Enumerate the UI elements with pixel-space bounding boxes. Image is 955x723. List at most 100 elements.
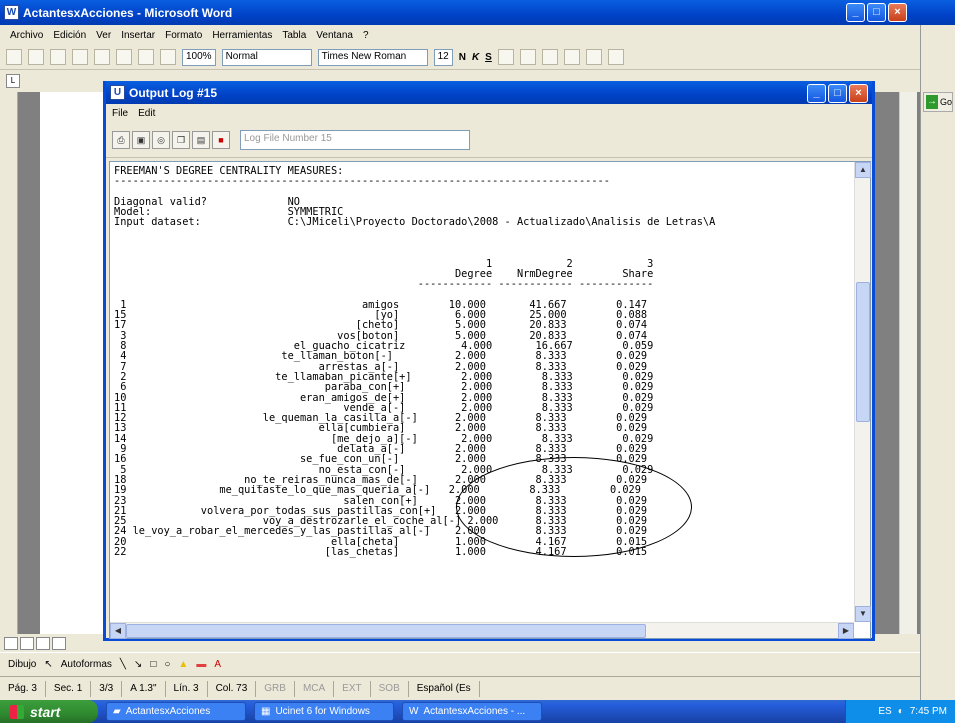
task-explorer[interactable]: ▰ ActantesxAcciones: [106, 702, 246, 721]
bullets-icon[interactable]: [563, 49, 580, 65]
language-indicator[interactable]: ES: [878, 706, 891, 717]
find-icon[interactable]: ◎: [152, 130, 170, 149]
menu-formato[interactable]: Formato: [165, 30, 202, 41]
menu-ventana[interactable]: Ventana: [316, 30, 353, 41]
log-horizontal-thumb[interactable]: [126, 624, 646, 638]
log-file-number-field[interactable]: Log File Number 15: [240, 129, 470, 150]
align-left-icon[interactable]: [497, 49, 514, 65]
background-window-strip: [920, 25, 955, 700]
network-icon[interactable]: ◐: [898, 706, 904, 717]
close-button[interactable]: ×: [888, 3, 907, 22]
outline-view-icon[interactable]: [52, 636, 66, 650]
status-page: Pág. 3: [0, 680, 46, 697]
scroll-right-icon[interactable]: ▶: [838, 623, 854, 639]
log-close-button[interactable]: ×: [849, 84, 868, 103]
oval-icon[interactable]: ○: [164, 659, 170, 670]
fill-color-icon[interactable]: ▲: [178, 659, 188, 670]
new-doc-icon[interactable]: [6, 49, 22, 65]
status-pages: 3/3: [91, 680, 123, 697]
line-icon[interactable]: ╲: [120, 659, 126, 670]
indent-icon[interactable]: [585, 49, 602, 65]
font-select[interactable]: Times New Roman: [317, 48, 428, 66]
clock: 7:45 PM: [909, 706, 947, 717]
document-scrollbar[interactable]: [899, 92, 917, 634]
log-minimize-button[interactable]: _: [807, 84, 826, 103]
drawing-toolbar: Dibujo ↖ Autoformas ╲ ↘ □ ○ ▲ ▬ A: [0, 652, 920, 676]
draw-menu[interactable]: Dibujo: [8, 659, 36, 670]
log-line: Input dataset: C:\JMiceli\Proyecto Docto…: [114, 216, 716, 229]
exit-icon[interactable]: ■: [212, 130, 230, 149]
log-vertical-thumb[interactable]: [856, 282, 870, 422]
line-color-icon[interactable]: ▬: [196, 659, 206, 670]
menu-insertar[interactable]: Insertar: [121, 30, 155, 41]
style-select[interactable]: Normal: [221, 48, 312, 66]
vertical-ruler[interactable]: [0, 92, 18, 634]
tab-selector-icon[interactable]: L: [6, 74, 20, 88]
justify-icon[interactable]: [519, 49, 536, 65]
print-icon[interactable]: [72, 49, 88, 65]
log-maximize-button[interactable]: □: [828, 84, 847, 103]
save-icon[interactable]: [50, 49, 66, 65]
autoshapes-menu[interactable]: Autoformas: [61, 659, 112, 670]
scroll-down-icon[interactable]: ▼: [855, 606, 871, 622]
log-menu-edit[interactable]: Edit: [138, 108, 155, 119]
rectangle-icon[interactable]: □: [150, 659, 156, 670]
status-sob: SOB: [371, 680, 409, 697]
minimize-button[interactable]: _: [846, 3, 865, 22]
select-arrow-icon[interactable]: ↖: [44, 659, 52, 670]
word-title-bar: W ActantesxAcciones - Microsoft Word _ □…: [0, 0, 955, 25]
web-view-icon[interactable]: [20, 636, 34, 650]
status-at: A 1.3": [122, 680, 166, 697]
menu-tabla[interactable]: Tabla: [282, 30, 306, 41]
log-toolbar: ⎙ ▣ ◎ ❐ ▤ ■ Log File Number 15: [106, 122, 872, 158]
arrow-icon[interactable]: ↘: [134, 659, 142, 670]
scroll-up-icon[interactable]: ▲: [855, 162, 871, 178]
menu-help[interactable]: ?: [363, 30, 369, 41]
menu-archivo[interactable]: Archivo: [10, 30, 43, 41]
start-button[interactable]: start: [0, 700, 98, 723]
log-line: ----------------------------------------…: [114, 175, 610, 188]
word-window-controls: _ □ ×: [846, 3, 907, 22]
maximize-button[interactable]: □: [867, 3, 886, 22]
system-tray: ES ◐ 7:45 PM: [845, 700, 955, 723]
open-icon[interactable]: [28, 49, 44, 65]
go-button[interactable]: → Go: [923, 92, 953, 112]
save-log-icon[interactable]: ▣: [132, 130, 150, 149]
task-label-2: Ucinet 6 for Windows: [275, 706, 370, 717]
log-line: ------------ ------------ ------------: [114, 278, 654, 291]
highlight-icon[interactable]: [607, 49, 624, 65]
status-line: Lín. 3: [166, 680, 208, 697]
log-output-text[interactable]: FREEMAN'S DEGREE CENTRALITY MEASURES: ---…: [112, 162, 852, 622]
output-log-title: Output Log #15: [129, 85, 217, 100]
underline-button[interactable]: S: [485, 52, 492, 63]
preview-icon[interactable]: [94, 49, 110, 65]
numbering-icon[interactable]: [541, 49, 558, 65]
log-vertical-scrollbar[interactable]: ▲ ▼: [854, 162, 871, 622]
log-horizontal-scrollbar[interactable]: ◀ ▶: [110, 622, 854, 639]
paste-icon[interactable]: [160, 49, 176, 65]
status-section: Sec. 1: [46, 680, 92, 697]
log-line: 22 [las_chetas] 1.000 4.167 0.015: [114, 545, 648, 558]
task-word[interactable]: W ActantesxAcciones - ...: [402, 702, 542, 721]
menu-herramientas[interactable]: Herramientas: [212, 30, 272, 41]
cut-icon[interactable]: [138, 49, 154, 65]
menu-ver[interactable]: Ver: [96, 30, 111, 41]
export-icon[interactable]: ▤: [192, 130, 210, 149]
status-grb: GRB: [256, 680, 295, 697]
print-log-icon[interactable]: ⎙: [112, 130, 130, 149]
bold-button[interactable]: N: [459, 52, 466, 63]
zoom-select[interactable]: 100%: [182, 48, 216, 66]
copy-icon[interactable]: ❐: [172, 130, 190, 149]
font-color-icon[interactable]: A: [214, 659, 221, 670]
size-select[interactable]: 12: [433, 48, 453, 66]
task-ucinet[interactable]: ▦ Ucinet 6 for Windows: [254, 702, 394, 721]
scroll-left-icon[interactable]: ◀: [110, 623, 126, 639]
italic-button[interactable]: K: [472, 52, 479, 63]
log-menu-file[interactable]: File: [112, 108, 128, 119]
normal-view-icon[interactable]: [4, 636, 18, 650]
menu-edicion[interactable]: Edición: [53, 30, 86, 41]
print-view-icon[interactable]: [36, 636, 50, 650]
word-status-bar: Pág. 3 Sec. 1 3/3 A 1.3" Lín. 3 Col. 73 …: [0, 676, 920, 700]
spelling-icon[interactable]: [116, 49, 132, 65]
